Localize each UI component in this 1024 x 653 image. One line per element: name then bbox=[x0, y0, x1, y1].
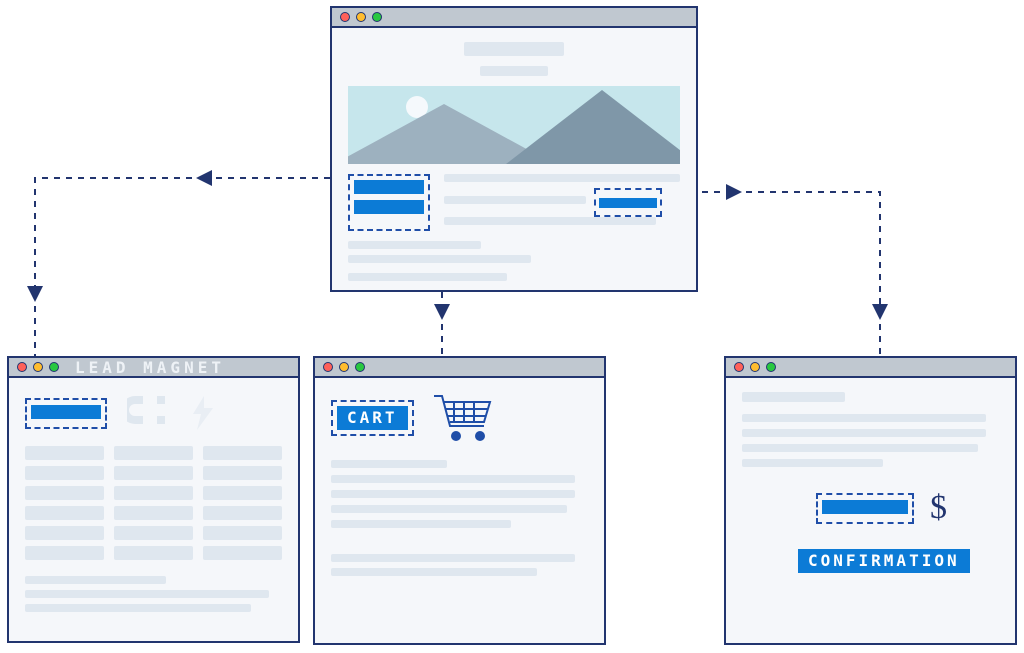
hero-image bbox=[348, 86, 680, 164]
traffic-light-zoom-icon bbox=[766, 362, 776, 372]
cart-label: CART bbox=[337, 406, 408, 430]
cart-window: CART bbox=[313, 356, 606, 645]
lead-title-bar: LEAD MAGNET bbox=[9, 358, 298, 378]
hero-window bbox=[330, 6, 698, 292]
lead-magnet-window: LEAD MAGNET bbox=[7, 356, 300, 643]
edge-hero-to-lead-2 bbox=[35, 178, 204, 294]
traffic-light-minimize-icon bbox=[33, 362, 43, 372]
hero-cta-a[interactable] bbox=[354, 180, 424, 194]
cart-title-bar bbox=[315, 358, 604, 378]
lead-cta[interactable] bbox=[25, 398, 107, 429]
traffic-light-minimize-icon bbox=[356, 12, 366, 22]
cart-footer-text bbox=[331, 554, 588, 576]
hero-title-bar bbox=[332, 8, 696, 28]
lead-table bbox=[25, 446, 282, 560]
magnet-icon bbox=[127, 392, 173, 434]
traffic-light-close-icon bbox=[340, 12, 350, 22]
hero-cta-b[interactable] bbox=[354, 200, 424, 214]
hero-body-text bbox=[348, 241, 680, 281]
traffic-light-close-icon bbox=[323, 362, 333, 372]
traffic-light-minimize-icon bbox=[339, 362, 349, 372]
hero-inline-link[interactable] bbox=[594, 188, 662, 217]
confirmation-label: CONFIRMATION bbox=[798, 549, 970, 573]
cart-body-text bbox=[331, 460, 588, 528]
traffic-light-zoom-icon bbox=[49, 362, 59, 372]
traffic-light-close-icon bbox=[734, 362, 744, 372]
dollar-icon: $ bbox=[930, 489, 947, 527]
traffic-light-close-icon bbox=[17, 362, 27, 372]
hero-subheading-placeholder bbox=[480, 66, 548, 76]
mountain-icon bbox=[506, 90, 680, 164]
confirmation-window: $ CONFIRMATION bbox=[724, 356, 1017, 645]
lightning-icon bbox=[193, 396, 213, 430]
conf-body-text bbox=[742, 392, 999, 467]
hero-heading-placeholder bbox=[464, 42, 564, 56]
cart-label-box[interactable]: CART bbox=[331, 400, 414, 436]
traffic-light-minimize-icon bbox=[750, 362, 760, 372]
traffic-light-zoom-icon bbox=[355, 362, 365, 372]
hero-cta-group[interactable] bbox=[348, 174, 430, 231]
conf-cta[interactable] bbox=[816, 493, 914, 524]
lead-title-text: LEAD MAGNET bbox=[75, 358, 225, 377]
hero-paragraph bbox=[444, 174, 680, 231]
lead-footer-text bbox=[25, 576, 282, 612]
edge-hero-to-conf-2 bbox=[734, 192, 880, 312]
conf-title-bar bbox=[726, 358, 1015, 378]
shopping-cart-icon bbox=[432, 392, 494, 444]
traffic-light-zoom-icon bbox=[372, 12, 382, 22]
